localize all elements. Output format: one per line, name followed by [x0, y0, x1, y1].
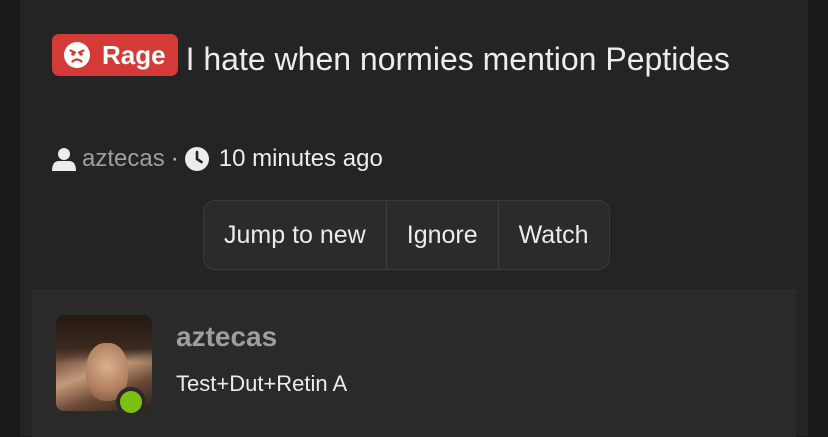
online-status-indicator — [116, 387, 146, 417]
thread-header-card: Rage I hate when normies mention Peptide… — [20, 0, 808, 437]
post-user-title: Test+Dut+Retin A — [176, 371, 348, 396]
thread-time[interactable]: 10 minutes ago — [219, 142, 383, 176]
prefix-badge[interactable]: Rage — [52, 34, 178, 76]
meta-separator: · — [170, 145, 179, 172]
jump-to-new-button[interactable]: Jump to new — [204, 201, 387, 269]
angry-face-icon — [64, 42, 90, 68]
thread-action-buttons: Jump to new Ignore Watch — [203, 200, 610, 270]
first-post: aztecas Test+Dut+Retin A — [32, 290, 796, 437]
thread-title-row: Rage I hate when normies mention Peptide… — [52, 34, 752, 83]
prefix-label: Rage — [102, 40, 166, 70]
thread-title: I hate when normies mention Peptides — [185, 41, 730, 77]
watch-button[interactable]: Watch — [499, 201, 609, 269]
ignore-button[interactable]: Ignore — [387, 201, 499, 269]
thread-meta: aztecas · 10 minutes ago — [52, 142, 383, 176]
post-username[interactable]: aztecas — [176, 321, 277, 353]
clock-icon — [184, 147, 209, 171]
user-icon — [52, 148, 76, 171]
thread-author-link[interactable]: aztecas — [82, 142, 165, 176]
